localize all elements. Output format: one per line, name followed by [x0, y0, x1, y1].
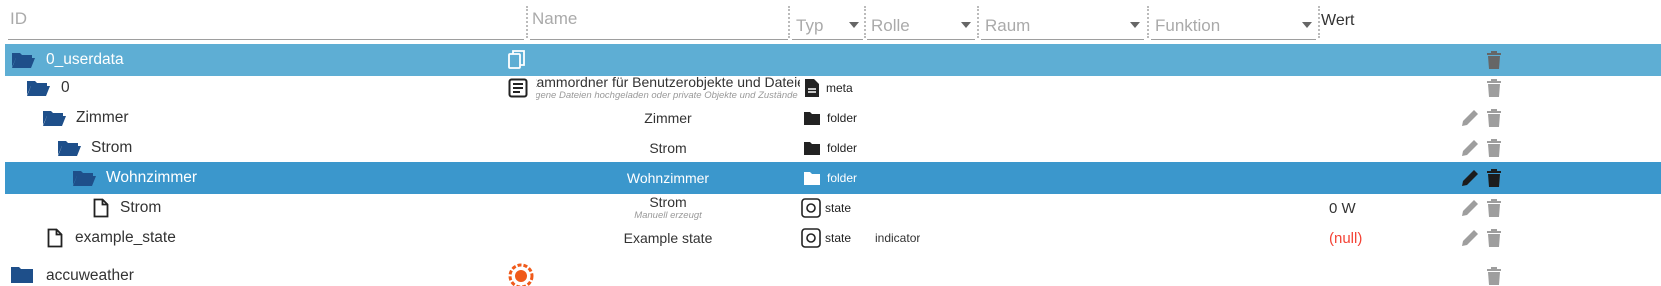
tree-row-example-state[interactable]: example_state Example state state indica… — [5, 222, 1661, 254]
raum-filter[interactable]: Raum — [981, 4, 1144, 40]
tree-row-role: folder — [827, 141, 858, 155]
tree-row-wohnzimmer[interactable]: Wohnzimmer Wohnzimmer folder — [5, 162, 1661, 194]
tree-row-role: folder — [827, 111, 858, 125]
tree-row-name: Zimmer — [644, 109, 692, 126]
wert-column-header: Wert — [1321, 12, 1355, 29]
typ-filter-select[interactable]: Typ — [792, 4, 863, 40]
column-resize-handle[interactable] — [788, 6, 790, 38]
column-resize-handle[interactable] — [864, 6, 866, 38]
tree-row-name: Example state — [623, 229, 713, 246]
tree-row-id: 0 — [61, 79, 70, 96]
delete-icon[interactable] — [1486, 198, 1502, 222]
folder-open-icon[interactable] — [56, 132, 82, 164]
name-filter — [530, 4, 788, 40]
funktion-filter-select[interactable]: Funktion — [1151, 4, 1316, 40]
column-resize-handle[interactable] — [977, 6, 979, 38]
tree-row-id: accuweather — [46, 267, 134, 284]
folder-icon[interactable] — [10, 258, 34, 286]
funktion-filter[interactable]: Funktion — [1151, 4, 1316, 40]
tree-row-name: Stammordner für Benutzerobjekte und Date… — [536, 74, 800, 102]
tree-row-0[interactable]: 0 Stammordner für Benutzerobjekte und Da… — [5, 72, 1661, 104]
accuweather-logo-icon — [508, 260, 534, 286]
typ-filter[interactable]: Typ — [792, 4, 863, 40]
tree-row-id: example_state — [75, 229, 176, 246]
column-resize-handle[interactable] — [526, 6, 528, 38]
state-value[interactable]: (null) — [1329, 222, 1362, 254]
edit-icon[interactable] — [1460, 198, 1480, 222]
tree-row-role: state — [825, 201, 852, 215]
column-resize-handle[interactable] — [1318, 6, 1320, 38]
edit-icon[interactable] — [1460, 108, 1480, 132]
folder-open-icon[interactable] — [41, 102, 67, 134]
chevron-down-icon — [1302, 22, 1312, 28]
rolle-filter[interactable]: Rolle — [867, 4, 975, 40]
edit-icon[interactable] — [1460, 138, 1480, 162]
tree-row-id: Zimmer — [76, 109, 129, 126]
tree-row-strom-state[interactable]: Strom Strom Manuell erzeugt state 0 W — [5, 192, 1661, 224]
tree-row-role: meta — [826, 81, 853, 95]
edit-icon[interactable] — [1460, 168, 1480, 192]
folder-icon: folder — [803, 132, 857, 164]
file-icon: meta — [804, 72, 853, 104]
folder-open-icon[interactable] — [25, 72, 51, 104]
tree-row-name: Wohnzimmer — [626, 169, 710, 186]
delete-icon[interactable] — [1486, 108, 1502, 132]
tree-row-type: state — [825, 231, 852, 245]
file-icon[interactable] — [93, 192, 109, 224]
tree-row-role: folder — [827, 171, 858, 185]
id-filter-input[interactable] — [8, 4, 524, 40]
edit-icon[interactable] — [1460, 228, 1480, 252]
name-filter-input[interactable] — [530, 4, 788, 40]
delete-icon[interactable] — [1486, 228, 1502, 252]
tree-row-id: Strom — [91, 139, 133, 156]
chevron-down-icon — [961, 22, 971, 28]
tree-row-id: Strom — [120, 199, 162, 216]
chevron-down-icon — [1130, 22, 1140, 28]
text-description-icon — [508, 72, 528, 104]
id-filter — [8, 4, 524, 40]
tree-row-zimmer[interactable]: Zimmer Zimmer folder — [5, 102, 1661, 134]
folder-icon: folder — [803, 102, 857, 134]
delete-icon[interactable] — [1486, 138, 1502, 162]
state-icon: state — [801, 192, 851, 224]
column-resize-handle[interactable] — [1147, 6, 1149, 38]
folder-icon: folder — [803, 162, 857, 194]
folder-open-icon[interactable] — [71, 162, 97, 194]
tree-row-id: Wohnzimmer — [106, 169, 198, 186]
chevron-down-icon — [849, 22, 859, 28]
tree-row-strom-folder[interactable]: Strom Strom folder — [5, 132, 1661, 164]
filter-row: Typ Rolle Raum Funktion Wert — [0, 0, 1661, 44]
delete-icon[interactable] — [1486, 168, 1502, 192]
delete-icon[interactable] — [1486, 50, 1502, 74]
raum-filter-select[interactable]: Raum — [981, 4, 1144, 40]
file-icon[interactable] — [47, 222, 63, 254]
delete-icon[interactable] — [1486, 78, 1502, 102]
state-value[interactable]: 0 W — [1329, 192, 1356, 224]
tree-row-accuweather[interactable]: accuweather — [5, 252, 1661, 286]
rolle-filter-select[interactable]: Rolle — [867, 4, 975, 40]
tree-row-role: indicator — [875, 231, 921, 245]
delete-icon[interactable] — [1486, 266, 1502, 286]
tree-row-name: Strom Manuell erzeugt — [634, 194, 702, 222]
tree-row-name: Strom — [649, 139, 687, 156]
state-icon: state — [801, 222, 851, 254]
